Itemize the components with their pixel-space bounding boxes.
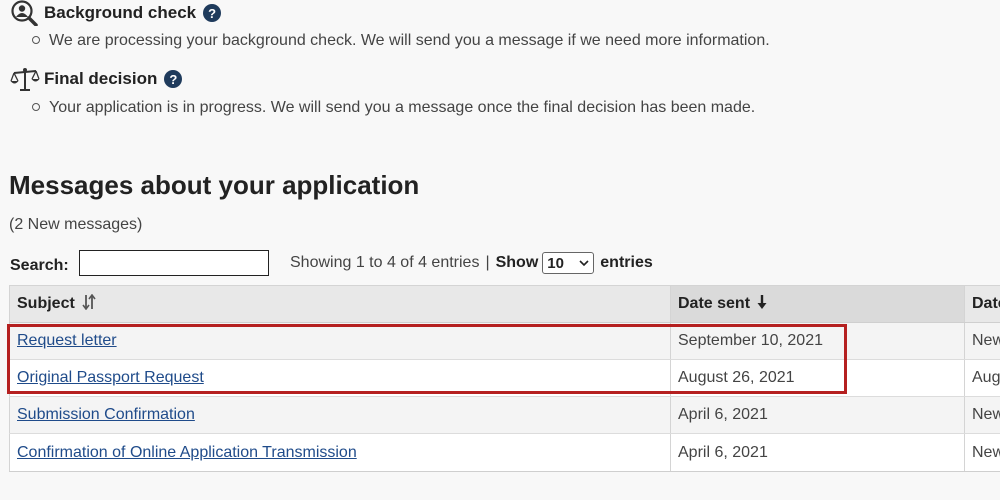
cell-date: Aug: [964, 359, 1000, 397]
status-header: Background check ?: [10, 0, 222, 26]
column-header-date-sent[interactable]: Date sent: [670, 285, 965, 323]
subject-link[interactable]: Submission Confirmation: [17, 406, 195, 423]
entries-bar: Showing 1 to 4 of 4 entries | Show 10 en…: [290, 252, 653, 274]
search-input[interactable]: [79, 250, 269, 276]
subject-link[interactable]: Request letter: [17, 332, 117, 349]
status-detail: We are processing your background check.…: [32, 32, 770, 50]
table-row: Request letter September 10, 2021 New: [9, 322, 1000, 360]
bullet-icon: [32, 102, 40, 111]
table-header-row: Subject Date sent Date: [9, 285, 1000, 323]
column-header-subject[interactable]: Subject: [9, 285, 671, 323]
cell-subject: Original Passport Request: [9, 359, 671, 397]
section-title: Messages about your application: [9, 170, 420, 200]
subject-link[interactable]: Original Passport Request: [17, 369, 204, 386]
cell-date: New: [964, 396, 1000, 434]
status-detail-text: Your application is in progress. We will…: [49, 99, 756, 116]
table-row: Submission Confirmation April 6, 2021 Ne…: [9, 396, 1000, 434]
separator: |: [485, 254, 490, 271]
column-header-date[interactable]: Date: [964, 285, 1000, 323]
help-icon[interactable]: ?: [203, 4, 222, 22]
scales-icon: [10, 68, 40, 91]
table-row: Original Passport Request August 26, 202…: [9, 359, 1000, 397]
status-final-decision: Final decision ?: [10, 66, 183, 92]
column-header-label: Date: [972, 295, 1000, 312]
magnifier-person-icon: [11, 0, 38, 26]
subject-link[interactable]: Confirmation of Online Application Trans…: [17, 444, 357, 461]
status-detail: Your application is in progress. We will…: [32, 99, 755, 117]
sort-desc-arrow-icon: [757, 294, 767, 309]
status-background-check: Background check ?: [10, 0, 222, 26]
status-title: Background check: [44, 3, 197, 22]
column-header-label: Date sent: [678, 295, 751, 312]
cell-subject: Submission Confirmation: [9, 396, 671, 434]
sort-icon: [82, 293, 96, 310]
status-detail-text: We are processing your background check.…: [49, 32, 770, 49]
cell-date-sent: April 6, 2021: [670, 396, 965, 434]
messages-table: Subject Date sent Date Request letter: [9, 285, 1000, 472]
page-size-value: 10: [547, 254, 564, 272]
showing-entries-text: Showing 1 to 4 of 4 entries: [290, 254, 480, 271]
help-icon[interactable]: ?: [164, 70, 183, 88]
entries-label: entries: [600, 254, 653, 271]
cell-date: New: [964, 433, 1000, 472]
cell-date: New: [964, 322, 1000, 360]
search-label: Search:: [10, 257, 69, 274]
column-header-label: Subject: [17, 295, 75, 312]
bullet-icon: [32, 35, 40, 44]
status-title: Final decision: [44, 69, 158, 88]
chevron-down-icon: [579, 259, 589, 266]
page-size-select[interactable]: 10: [542, 252, 595, 274]
cell-date-sent: August 26, 2021: [670, 359, 965, 397]
table-row: Confirmation of Online Application Trans…: [9, 433, 1000, 472]
cell-date-sent: April 6, 2021: [670, 433, 965, 472]
status-header: Final decision ?: [10, 66, 183, 92]
show-label: Show: [495, 254, 539, 271]
cell-subject: Confirmation of Online Application Trans…: [9, 433, 671, 472]
new-messages-count: (2 New messages): [9, 216, 143, 233]
cell-date-sent: September 10, 2021: [670, 322, 965, 360]
cell-subject: Request letter: [9, 322, 671, 360]
